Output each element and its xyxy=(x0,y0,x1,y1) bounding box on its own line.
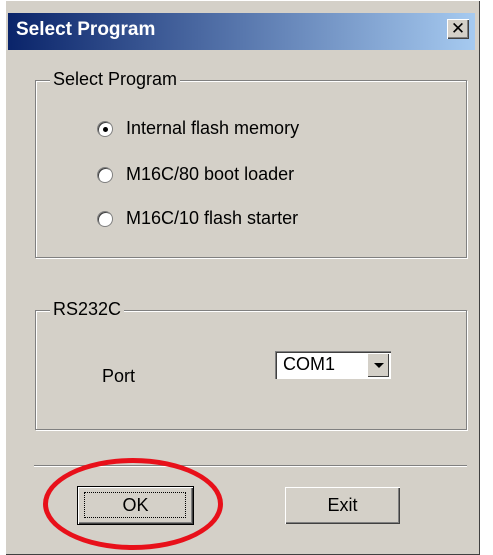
exit-button-label: Exit xyxy=(327,495,358,515)
exit-button[interactable]: Exit xyxy=(285,487,400,524)
radio-internal-flash-memory[interactable]: Internal flash memory xyxy=(97,118,299,139)
radio-button-icon[interactable] xyxy=(97,166,113,183)
radio-m16c10-flash-starter[interactable]: M16C/10 flash starter xyxy=(97,208,298,229)
radio-m16c80-boot-loader[interactable]: M16C/80 boot loader xyxy=(97,164,294,185)
select-program-group-legend: Select Program xyxy=(50,69,181,90)
radio-label: M16C/10 flash starter xyxy=(126,208,299,228)
window-title: Select Program xyxy=(16,19,156,40)
port-select-value: COM1 xyxy=(283,354,336,374)
port-label: Port xyxy=(102,366,136,386)
close-button[interactable]: ✕ xyxy=(447,19,469,39)
title-bar[interactable]: Select Program ✕ xyxy=(8,13,475,50)
chevron-down-icon[interactable] xyxy=(367,353,389,377)
ok-button[interactable]: OK xyxy=(77,486,194,525)
radio-label: Internal flash memory xyxy=(126,118,300,138)
focus-ring xyxy=(84,492,186,518)
rs232c-group: RS232C xyxy=(35,299,467,430)
radio-button-icon[interactable] xyxy=(97,120,113,137)
radio-label: M16C/80 boot loader xyxy=(126,164,295,184)
select-program-dialog: Select Program ✕ Select Program Internal… xyxy=(5,0,480,555)
port-select[interactable]: COM1 xyxy=(275,351,391,379)
rs232c-group-legend: RS232C xyxy=(50,299,125,320)
separator xyxy=(34,465,467,467)
close-icon: ✕ xyxy=(450,18,466,39)
radio-button-icon[interactable] xyxy=(97,210,113,227)
